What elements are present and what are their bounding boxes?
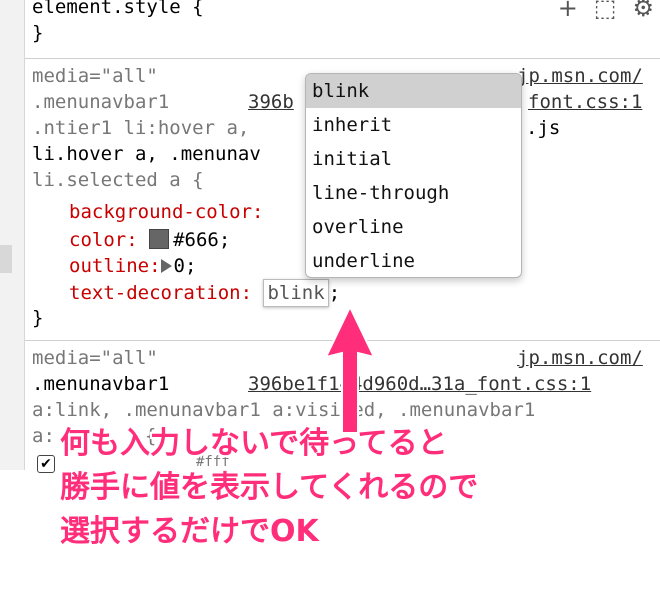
- autocomplete-dropdown[interactable]: blink inherit initial line-through overl…: [305, 73, 522, 278]
- source-link[interactable]: jp.msn.com/: [517, 63, 643, 89]
- dropdown-item[interactable]: underline: [306, 244, 521, 277]
- annotation-line: 選択するだけでOK: [60, 514, 319, 549]
- annotation-line: 勝手に値を表示してくれるので: [60, 470, 479, 505]
- annotation-text: 何も入力しないで待ってると 勝手に値を表示してくれるので 選択するだけでOK: [60, 422, 620, 554]
- selector-li-selected: li.selected a {: [32, 169, 204, 191]
- gear-icon[interactable]: ⚙: [632, 0, 654, 22]
- media-label: media="all": [32, 65, 158, 87]
- dropdown-item[interactable]: inherit: [306, 108, 521, 142]
- text-decoration-value-input[interactable]: blink: [263, 279, 329, 307]
- color-swatch[interactable]: [149, 229, 170, 249]
- selector-menunavbar1: .menunavbar1: [32, 91, 170, 113]
- prop-background-color[interactable]: background-color:: [69, 199, 263, 225]
- selector-menunavbar1: .menunavbar1: [32, 373, 170, 395]
- plus-icon[interactable]: +: [558, 0, 578, 22]
- toolbar-icons: + ⬚ ⚙: [542, 0, 654, 22]
- element-style-open[interactable]: element.style {: [32, 0, 204, 20]
- js-link[interactable]: .js: [526, 115, 560, 141]
- selector-ntier1: .ntier1 li:hover a,: [32, 117, 250, 139]
- element-style-close: }: [32, 22, 44, 44]
- selector-li-hover: li.hover a, .menunav: [32, 143, 261, 165]
- dropdown-item[interactable]: blink: [306, 74, 521, 108]
- source-link[interactable]: jp.msn.com/: [517, 345, 643, 371]
- left-gutter: [0, 0, 25, 470]
- file-link-partial[interactable]: 396b: [248, 89, 294, 115]
- media-label: media="all": [32, 347, 158, 369]
- section-divider: [25, 58, 660, 59]
- prop-color-row[interactable]: color: #666;: [69, 227, 230, 253]
- expand-triangle-icon[interactable]: [160, 259, 172, 273]
- annotation-line: 何も入力しないで待ってると: [60, 426, 448, 461]
- dropdown-item[interactable]: line-through: [306, 176, 521, 210]
- dropdown-item[interactable]: overline: [306, 210, 521, 244]
- rule-close: }: [32, 307, 44, 329]
- font-css-link[interactable]: font.css:1: [528, 89, 642, 115]
- gutter-marker: [0, 245, 12, 273]
- dropdown-item[interactable]: initial: [306, 142, 521, 176]
- annotation-arrow-icon: [324, 305, 376, 434]
- prop-outline-row[interactable]: outline: 0;: [69, 253, 196, 279]
- prop-text-decoration-row[interactable]: text-decoration: blink;: [69, 279, 340, 307]
- font-css-link[interactable]: 396be1f144d960d…31a_font.css:1: [248, 371, 591, 397]
- property-checkbox[interactable]: ✔: [37, 455, 55, 473]
- selector-alink: a:link, .menunavbar1 a:visited, .menunav…: [32, 399, 536, 421]
- element-picker-icon[interactable]: ⬚: [594, 0, 617, 22]
